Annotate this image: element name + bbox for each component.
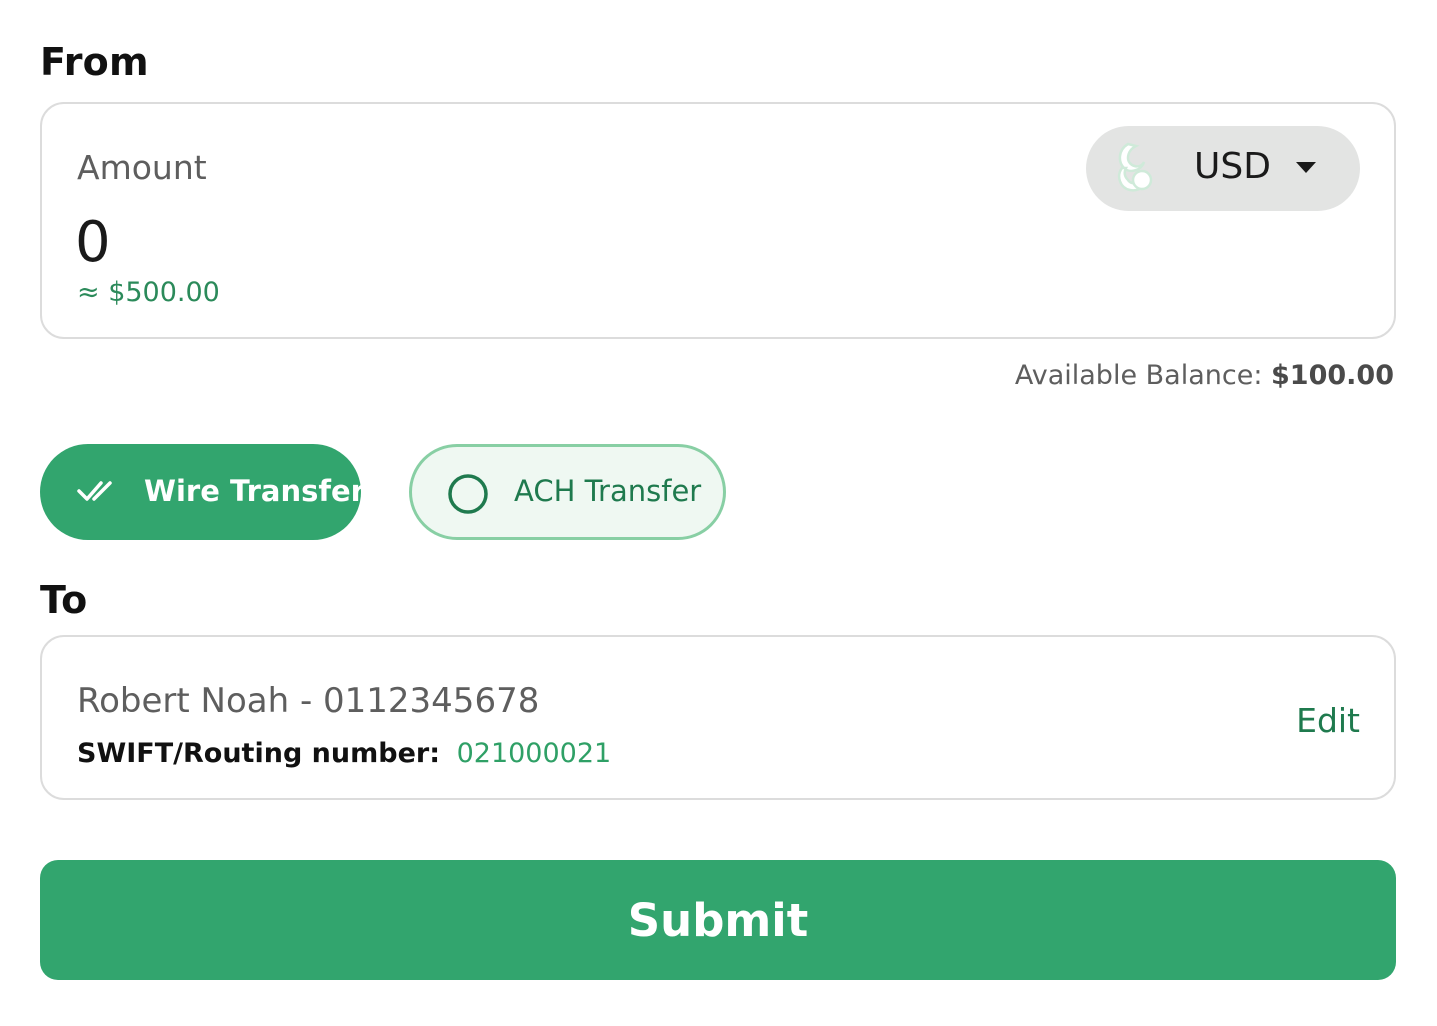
to-section-title: To bbox=[40, 578, 88, 622]
submit-button[interactable]: Submit bbox=[40, 860, 1396, 980]
currency-logo-icon bbox=[1114, 140, 1166, 198]
balance-label: Available Balance: bbox=[1014, 360, 1263, 391]
radio-circle-icon bbox=[446, 472, 490, 520]
routing-label: SWIFT/Routing number: bbox=[77, 738, 440, 769]
available-balance: Available Balance: $100.00 bbox=[1015, 360, 1394, 391]
amount-label: Amount bbox=[77, 148, 207, 187]
currency-select[interactable]: USD bbox=[1086, 126, 1360, 211]
ach-transfer-label: ACH Transfer bbox=[514, 474, 702, 508]
double-check-icon bbox=[76, 474, 120, 510]
wire-transfer-option[interactable]: Wire Transfer bbox=[40, 444, 365, 540]
ach-transfer-option[interactable]: ACH Transfer bbox=[409, 444, 726, 540]
amount-input[interactable]: 0 bbox=[75, 210, 675, 275]
wire-transfer-label: Wire Transfer bbox=[144, 474, 365, 508]
edit-recipient-link[interactable]: Edit bbox=[1296, 701, 1360, 740]
routing-row: SWIFT/Routing number: 021000021 bbox=[77, 738, 611, 769]
routing-value: 021000021 bbox=[456, 738, 612, 769]
recipient-card: Robert Noah - 0112345678 SWIFT/Routing n… bbox=[40, 635, 1396, 800]
balance-value: $100.00 bbox=[1271, 360, 1394, 391]
currency-code: USD bbox=[1194, 146, 1271, 187]
transfer-form: From Amount 0 ≈ $500.00 USD Available Ba… bbox=[0, 0, 1437, 1026]
from-section-title: From bbox=[40, 40, 149, 84]
caret-down-icon bbox=[1296, 162, 1316, 173]
amount-card: Amount 0 ≈ $500.00 USD bbox=[40, 102, 1396, 339]
amount-approx-value: ≈ $500.00 bbox=[77, 277, 220, 308]
recipient-name: Robert Noah - 0112345678 bbox=[77, 681, 540, 721]
